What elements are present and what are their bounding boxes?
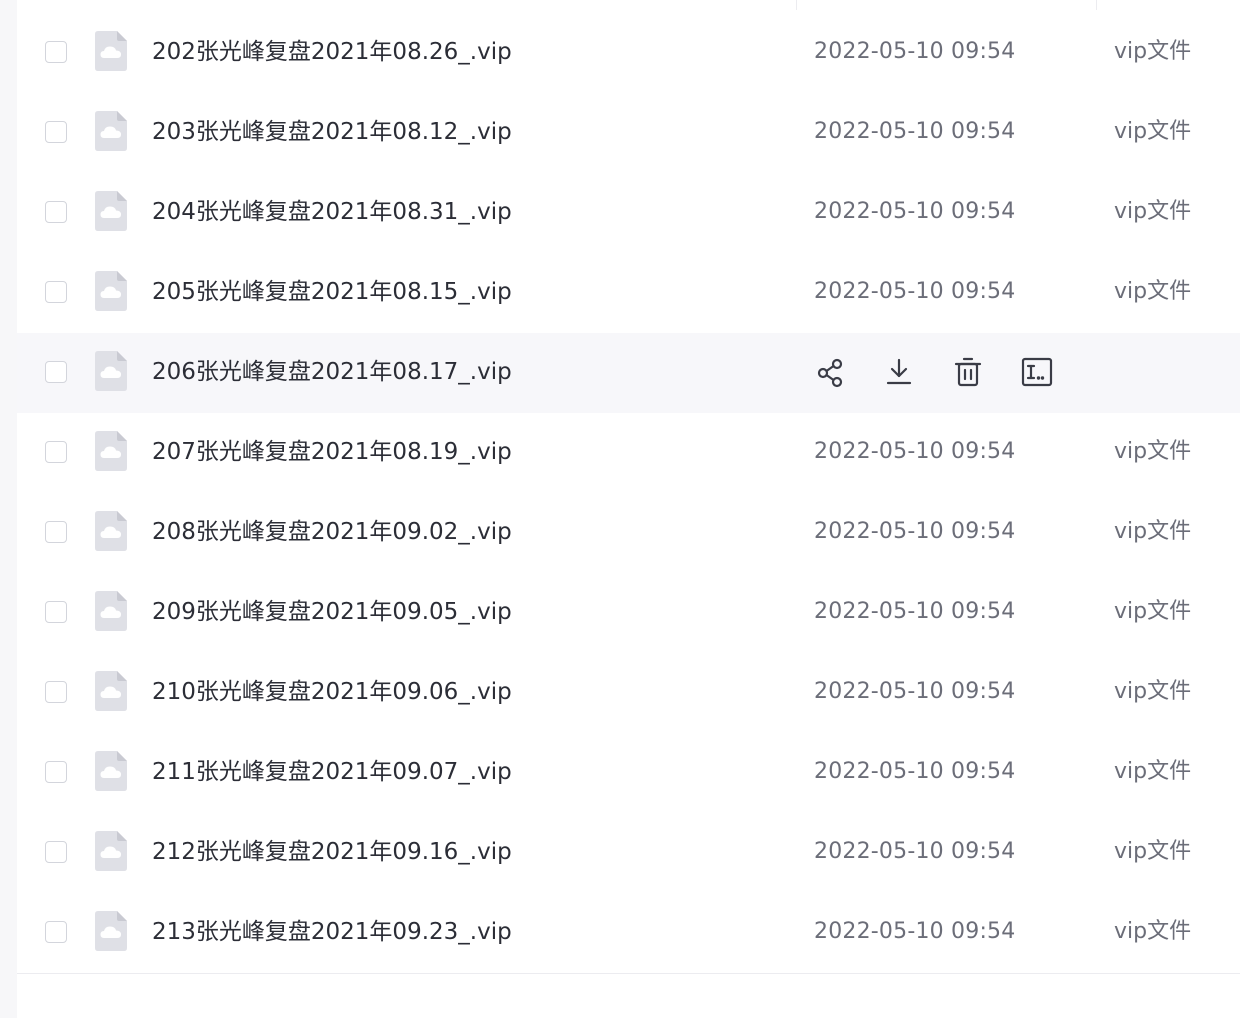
modified-time: 2022-05-10 09:54 <box>814 599 1016 624</box>
file-list-panel: 202张光峰复盘2021年08.26_.vip 2022-05-10 09:54… <box>17 0 1240 1018</box>
window: 202张光峰复盘2021年08.26_.vip 2022-05-10 09:54… <box>0 0 1240 1018</box>
list-bottom-border <box>17 973 1240 974</box>
file-row[interactable]: 211张光峰复盘2021年09.07_.vip 2022-05-10 09:54… <box>17 733 1240 813</box>
file-type: vip文件 <box>1114 919 1192 944</box>
modified-time: 2022-05-10 09:54 <box>814 39 1016 64</box>
cloud-file-icon <box>95 671 127 711</box>
download-icon <box>882 358 916 393</box>
file-type: vip文件 <box>1114 599 1192 624</box>
row-checkbox[interactable] <box>45 921 67 943</box>
share-icon <box>814 358 848 393</box>
column-divider <box>1096 0 1097 10</box>
modified-time: 2022-05-10 09:54 <box>814 439 1016 464</box>
row-checkbox[interactable] <box>45 201 67 223</box>
file-row[interactable]: 207张光峰复盘2021年08.19_.vip 2022-05-10 09:54… <box>17 413 1240 493</box>
row-checkbox[interactable] <box>45 281 67 303</box>
cloud-file-icon <box>95 591 127 631</box>
row-checkbox[interactable] <box>45 41 67 63</box>
download-button[interactable] <box>882 355 916 389</box>
file-name[interactable]: 210张光峰复盘2021年09.06_.vip <box>152 677 512 707</box>
file-type: vip文件 <box>1114 39 1192 64</box>
cloud-file-icon <box>95 191 127 231</box>
row-checkbox[interactable] <box>45 841 67 863</box>
cloud-file-icon <box>95 751 127 791</box>
file-type: vip文件 <box>1114 679 1192 704</box>
delete-icon <box>951 357 985 393</box>
file-name[interactable]: 202张光峰复盘2021年08.26_.vip <box>152 37 512 67</box>
modified-time: 2022-05-10 09:54 <box>814 199 1016 224</box>
file-name[interactable]: 207张光峰复盘2021年08.19_.vip <box>152 437 512 467</box>
row-checkbox[interactable] <box>45 521 67 543</box>
cloud-file-icon <box>95 31 127 71</box>
row-checkbox[interactable] <box>45 681 67 703</box>
file-row[interactable]: 212张光峰复盘2021年09.16_.vip 2022-05-10 09:54… <box>17 813 1240 893</box>
file-name[interactable]: 204张光峰复盘2021年08.31_.vip <box>152 197 512 227</box>
file-name[interactable]: 206张光峰复盘2021年08.17_.vip <box>152 357 512 387</box>
file-type: vip文件 <box>1114 199 1192 224</box>
file-list: 202张光峰复盘2021年08.26_.vip 2022-05-10 09:54… <box>17 13 1240 973</box>
file-name[interactable]: 211张光峰复盘2021年09.07_.vip <box>152 757 512 787</box>
file-row[interactable]: 202张光峰复盘2021年08.26_.vip 2022-05-10 09:54… <box>17 13 1240 93</box>
file-name[interactable]: 205张光峰复盘2021年08.15_.vip <box>152 277 512 307</box>
cloud-file-icon <box>95 831 127 871</box>
file-row[interactable]: 204张光峰复盘2021年08.31_.vip 2022-05-10 09:54… <box>17 173 1240 253</box>
modified-time: 2022-05-10 09:54 <box>814 759 1016 784</box>
row-checkbox[interactable] <box>45 361 67 383</box>
modified-time: 2022-05-10 09:54 <box>814 279 1016 304</box>
column-divider <box>796 0 797 10</box>
modified-time: 2022-05-10 09:54 <box>814 679 1016 704</box>
file-name[interactable]: 208张光峰复盘2021年09.02_.vip <box>152 517 512 547</box>
row-checkbox[interactable] <box>45 761 67 783</box>
modified-time: 2022-05-10 09:54 <box>814 119 1016 144</box>
file-row[interactable]: 209张光峰复盘2021年09.05_.vip 2022-05-10 09:54… <box>17 573 1240 653</box>
file-row[interactable]: 210张光峰复盘2021年09.06_.vip 2022-05-10 09:54… <box>17 653 1240 733</box>
file-name[interactable]: 213张光峰复盘2021年09.23_.vip <box>152 917 512 947</box>
modified-time: 2022-05-10 09:54 <box>814 839 1016 864</box>
cloud-file-icon <box>95 111 127 151</box>
file-row[interactable]: 205张光峰复盘2021年08.15_.vip 2022-05-10 09:54… <box>17 253 1240 333</box>
file-row[interactable]: 203张光峰复盘2021年08.12_.vip 2022-05-10 09:54… <box>17 93 1240 173</box>
file-row[interactable]: 213张光峰复盘2021年09.23_.vip 2022-05-10 09:54… <box>17 893 1240 973</box>
file-name[interactable]: 212张光峰复盘2021年09.16_.vip <box>152 837 512 867</box>
cloud-file-icon <box>95 911 127 951</box>
file-type: vip文件 <box>1114 519 1192 544</box>
row-checkbox[interactable] <box>45 601 67 623</box>
file-type: vip文件 <box>1114 439 1192 464</box>
file-type: vip文件 <box>1114 119 1192 144</box>
rename-icon <box>1020 357 1054 393</box>
delete-button[interactable] <box>951 355 985 389</box>
cloud-file-icon <box>95 511 127 551</box>
file-type: vip文件 <box>1114 279 1192 304</box>
file-row[interactable]: 208张光峰复盘2021年09.02_.vip 2022-05-10 09:54… <box>17 493 1240 573</box>
file-type: vip文件 <box>1114 839 1192 864</box>
modified-time: 2022-05-10 09:54 <box>814 519 1016 544</box>
file-type: vip文件 <box>1114 759 1192 784</box>
row-checkbox[interactable] <box>45 121 67 143</box>
rename-button[interactable] <box>1020 355 1054 389</box>
file-name[interactable]: 203张光峰复盘2021年08.12_.vip <box>152 117 512 147</box>
row-checkbox[interactable] <box>45 441 67 463</box>
cloud-file-icon <box>95 431 127 471</box>
file-row[interactable]: 206张光峰复盘2021年08.17_.vip <box>17 333 1240 413</box>
cloud-file-icon <box>95 351 127 391</box>
file-name[interactable]: 209张光峰复盘2021年09.05_.vip <box>152 597 512 627</box>
share-button[interactable] <box>814 355 848 389</box>
cloud-file-icon <box>95 271 127 311</box>
modified-time: 2022-05-10 09:54 <box>814 919 1016 944</box>
